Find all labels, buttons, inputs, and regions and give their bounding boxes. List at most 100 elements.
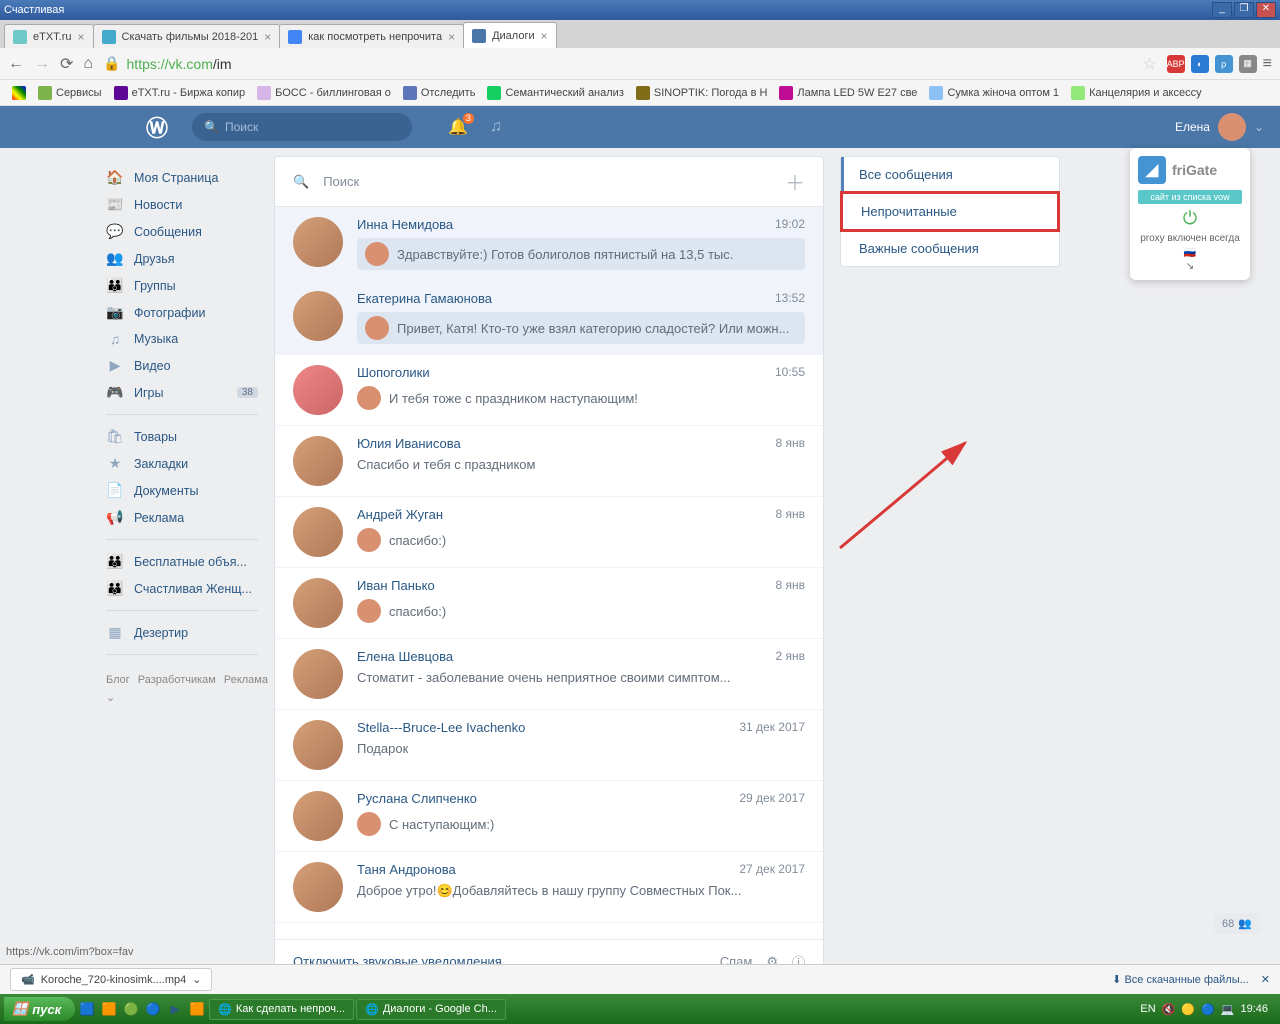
avatar: [293, 578, 343, 628]
nav-item[interactable]: 👪Группы: [100, 272, 264, 299]
tray-icon[interactable]: 🟡: [1181, 1003, 1195, 1016]
frigate-ext-icon[interactable]: ▦: [1239, 55, 1257, 73]
url-input[interactable]: 🔒 https://vk.com/im: [103, 55, 1132, 72]
tray-icon[interactable]: 💻: [1221, 1003, 1235, 1016]
favicon: [487, 86, 501, 100]
nav-item[interactable]: 📢Реклама: [100, 504, 264, 531]
favicon: [257, 86, 271, 100]
feedback-button[interactable]: 68 👥: [1214, 913, 1260, 934]
filter-item[interactable]: Все сообщения: [841, 157, 1059, 192]
header-search[interactable]: 🔍 Поиск: [192, 113, 412, 141]
dialog-item[interactable]: Stella---Bruce-Lee Ivachenko31 дек 2017П…: [275, 710, 823, 781]
dialog-item[interactable]: Екатерина Гамаюнова13:52Привет, Катя! Кт…: [275, 281, 823, 355]
close-icon[interactable]: ×: [448, 30, 455, 44]
bookmark-item[interactable]: Сервисы: [34, 84, 106, 102]
close-icon[interactable]: ×: [264, 30, 271, 44]
dialog-item[interactable]: Руслана Слипченко29 дек 2017С наступающи…: [275, 781, 823, 852]
filter-item[interactable]: Важные сообщения: [841, 231, 1059, 266]
nav-item[interactable]: 📰Новости: [100, 191, 264, 218]
notifications-icon[interactable]: 🔔3: [448, 117, 468, 137]
dialog-item[interactable]: Таня Андронова27 дек 2017Доброе утро!😊До…: [275, 852, 823, 923]
dialog-item[interactable]: Юлия Иванисова8 янвСпасибо и тебя с праз…: [275, 426, 823, 497]
nav-item[interactable]: 🛍Товары: [100, 423, 264, 450]
taskbar-app[interactable]: 🌐Диалоги - Google Ch...: [356, 999, 506, 1020]
dialog-item[interactable]: Шопоголики10:55И тебя тоже с праздником …: [275, 355, 823, 426]
nav-item[interactable]: 📄Документы: [100, 477, 264, 504]
abp-icon[interactable]: ABP: [1167, 55, 1185, 73]
nav-icon: 👪: [106, 277, 124, 294]
ql-icon[interactable]: 🔵: [143, 999, 163, 1019]
dialog-item[interactable]: Иван Панько8 янвспасибо:): [275, 568, 823, 639]
forward-button[interactable]: →: [34, 55, 50, 73]
apps-button[interactable]: [8, 84, 30, 102]
close-button[interactable]: ✕: [1256, 2, 1276, 18]
back-button[interactable]: ←: [8, 55, 24, 73]
dialog-time: 10:55: [775, 365, 805, 380]
dialogs-search[interactable]: 🔍 Поиск ＋: [275, 157, 823, 207]
ql-icon[interactable]: ▶: [165, 999, 185, 1019]
filter-item[interactable]: Непрочитанные: [840, 191, 1060, 232]
nav-item[interactable]: 👪Счастливая Женщ...: [100, 575, 264, 602]
close-icon[interactable]: ✕: [1261, 973, 1270, 986]
frigate-widget[interactable]: ◢friGate сайт из списка vow ⏻ proxy вклю…: [1130, 148, 1250, 280]
nav-item[interactable]: 🏠Моя Страница: [100, 164, 264, 191]
bookmark-item[interactable]: Отследить: [399, 84, 480, 102]
new-dialog-button[interactable]: ＋: [785, 167, 805, 196]
maximize-button[interactable]: ❐: [1234, 2, 1254, 18]
ql-icon[interactable]: 🟧: [187, 999, 207, 1019]
bookmark-item[interactable]: SINOPTIK: Погода в Н: [632, 84, 772, 102]
close-icon[interactable]: ×: [541, 29, 548, 43]
browser-tab[interactable]: eTXT.ru×: [4, 24, 94, 48]
lang-indicator[interactable]: EN: [1140, 1003, 1155, 1015]
nav-item[interactable]: 💬Сообщения: [100, 218, 264, 245]
download-link[interactable]: ⬇ Все скачанные файлы...: [1112, 973, 1249, 986]
close-icon[interactable]: ×: [78, 30, 85, 44]
nav-item[interactable]: 👥Друзья: [100, 245, 264, 272]
tray-icon[interactable]: 🔵: [1201, 1003, 1215, 1016]
menu-icon[interactable]: ≡: [1263, 55, 1272, 73]
bookmark-item[interactable]: Канцелярия и аксессу: [1067, 84, 1206, 102]
dialog-time: 19:02: [775, 217, 805, 232]
bookmark-item[interactable]: Семантический анализ: [483, 84, 627, 102]
minimize-button[interactable]: _: [1212, 2, 1232, 18]
dialog-time: 27 дек 2017: [739, 862, 805, 877]
browser-tab[interactable]: Скачать фильмы 2018-201×: [93, 24, 281, 48]
taskbar-app[interactable]: 🌐Как сделать непроч...: [209, 999, 354, 1020]
footer-link[interactable]: Реклама: [224, 674, 268, 686]
footer-link[interactable]: Разработчикам: [138, 674, 216, 686]
start-button[interactable]: 🪟 пуск: [4, 997, 75, 1021]
file-icon: 📹: [21, 973, 35, 986]
window-title: Счастливая: [4, 4, 64, 16]
home-button[interactable]: ⌂: [83, 55, 93, 73]
download-item[interactable]: 📹 Koroche_720-kinosimk....mp4 ⌄: [10, 968, 212, 991]
nav-item[interactable]: 📷Фотографии: [100, 299, 264, 326]
star-icon[interactable]: ☆: [1142, 54, 1156, 74]
browser-tab[interactable]: как посмотреть непрочита×: [279, 24, 464, 48]
nav-item[interactable]: ♫Музыка: [100, 326, 264, 352]
bookmark-item[interactable]: БОСС - биллинговая о: [253, 84, 395, 102]
music-icon[interactable]: ♫: [490, 118, 502, 136]
ql-icon[interactable]: 🟦: [77, 999, 97, 1019]
nav-item[interactable]: ▦Дезертир: [100, 619, 264, 646]
ql-icon[interactable]: 🟧: [99, 999, 119, 1019]
vk-logo[interactable]: Ⓦ: [146, 111, 168, 143]
reload-button[interactable]: ⟳: [60, 54, 73, 74]
ext2-icon[interactable]: ◐: [1191, 55, 1209, 73]
bookmark-item[interactable]: eTXT.ru - Биржа копир: [110, 84, 250, 102]
user-menu[interactable]: Елена ⌄: [1175, 113, 1264, 141]
nav-item[interactable]: ▶Видео: [100, 352, 264, 379]
tray-icon[interactable]: 🔇: [1162, 1003, 1176, 1016]
dialog-item[interactable]: Андрей Жуган8 янвспасибо:): [275, 497, 823, 568]
nav-item[interactable]: 🎮Игры38: [100, 379, 264, 406]
clock[interactable]: 19:46: [1240, 1003, 1268, 1015]
bookmark-item[interactable]: Сумка жіноча оптом 1: [925, 84, 1063, 102]
dialog-item[interactable]: Елена Шевцова2 янвСтоматит - заболевание…: [275, 639, 823, 710]
bookmark-item[interactable]: Лампа LED 5W E27 све: [775, 84, 921, 102]
nav-item[interactable]: 👪Бесплатные объя...: [100, 548, 264, 575]
nav-item[interactable]: ★Закладки: [100, 450, 264, 477]
ql-icon[interactable]: 🟢: [121, 999, 141, 1019]
dialog-item[interactable]: Инна Немидова19:02Здравствуйте:) Готов б…: [275, 207, 823, 281]
browser-tab[interactable]: Диалоги×: [463, 22, 557, 48]
footer-link[interactable]: Блог: [106, 674, 130, 686]
ext3-icon[interactable]: ρ: [1215, 55, 1233, 73]
